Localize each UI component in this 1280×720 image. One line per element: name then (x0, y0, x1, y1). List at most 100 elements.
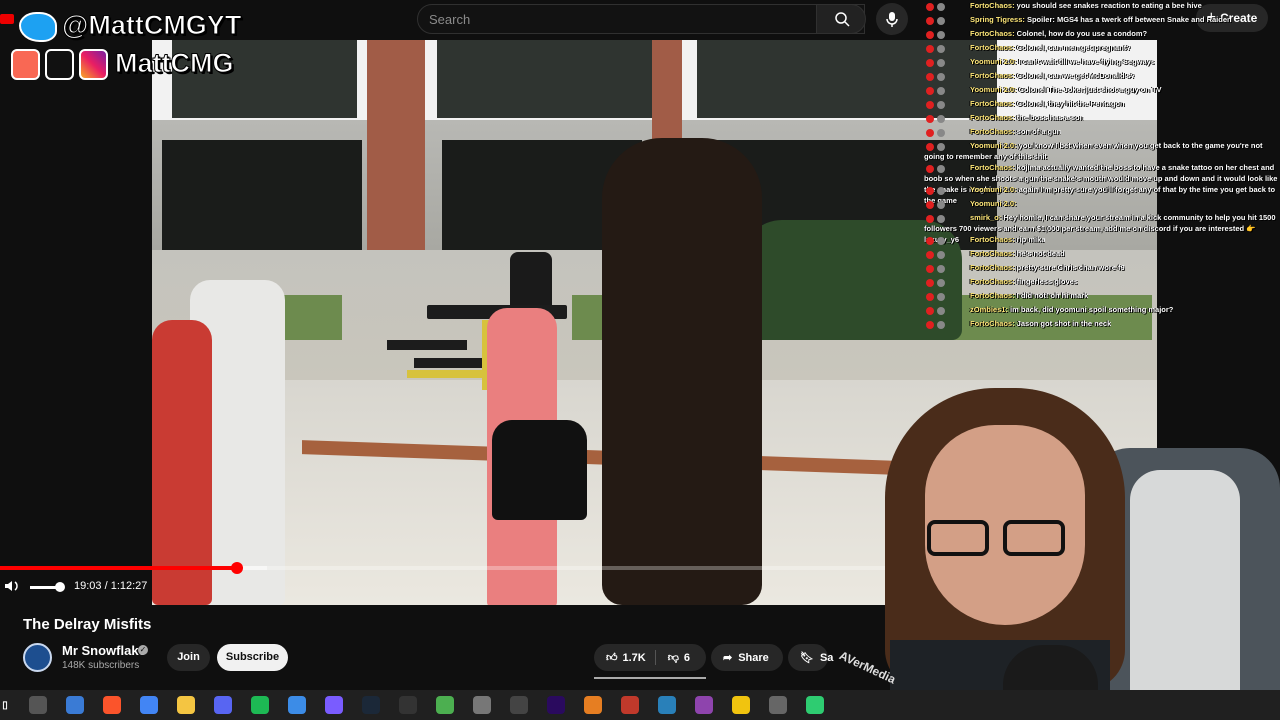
chat-text: fingerless gloves (1014, 277, 1078, 286)
join-button[interactable]: Join (167, 644, 210, 671)
save-button[interactable]: 🔖︎ Sa (788, 644, 833, 671)
youtube-badge-icon (926, 86, 934, 95)
chat-badges (924, 250, 970, 259)
clock-icon[interactable] (510, 696, 528, 714)
notes-icon[interactable] (658, 696, 676, 714)
girl-skirt (492, 420, 587, 520)
youtube-badge-icon (926, 186, 934, 195)
chat-username: FortoChaos: (970, 249, 1015, 258)
chat-text: I did not! oh hi mark (1014, 291, 1089, 300)
minecraft-icon[interactable] (436, 696, 454, 714)
chat-message: FortoChaos: Jason got shot in the neck (924, 318, 1111, 329)
calc-icon[interactable] (769, 696, 787, 714)
share-icon: ➦ (723, 652, 733, 664)
avatar (937, 2, 945, 11)
youtube-badge-icon (926, 2, 934, 11)
windows-start-icon[interactable]: ▯ (0, 696, 10, 714)
avatar (937, 128, 945, 137)
chat-badges (924, 72, 970, 81)
dislike-button[interactable]: 👎︎ 6 (667, 651, 690, 665)
volume-icon[interactable] (3, 577, 21, 595)
subscribe-button[interactable]: Subscribe (217, 644, 288, 671)
chat-message: FortoChaos: rip mika (924, 234, 1045, 245)
thumbs-down-icon: 👎︎ (667, 652, 679, 664)
channel-name[interactable]: Mr Snowflake (62, 643, 146, 658)
patreon-icon (11, 49, 40, 80)
chat-username: FortoChaos: (970, 163, 1015, 172)
voice-search-button[interactable] (876, 3, 908, 35)
twitter-bird-icon (19, 12, 57, 42)
chat-badges (924, 128, 970, 137)
avatar (937, 292, 945, 301)
youtube-badge-icon (926, 114, 934, 123)
like-button[interactable]: 👍︎ 1.7K (606, 651, 646, 665)
channel-avatar[interactable] (23, 643, 52, 672)
building-windows (437, 40, 652, 118)
chat-username: Yoomuni 2.0: (970, 185, 1017, 194)
youtube-badge-icon (926, 200, 934, 209)
photos-icon[interactable] (695, 696, 713, 714)
chat-badges (924, 142, 970, 151)
avatar (937, 164, 945, 173)
chat-badges (924, 2, 970, 11)
youtube-badge-icon (926, 306, 934, 315)
avatar (937, 142, 945, 151)
chat-badges (924, 214, 970, 223)
discord-icon[interactable] (214, 696, 232, 714)
chat-text: Colonel, can we get McDonald's? (1014, 71, 1136, 80)
youtube-badge-icon (926, 44, 934, 53)
search-button[interactable] (816, 4, 866, 34)
search-input[interactable]: Search (417, 4, 865, 34)
glasses-lens-left (927, 520, 989, 556)
epic-icon[interactable] (399, 696, 417, 714)
brave-icon[interactable] (103, 696, 121, 714)
subscriber-count: 148K subscribers (62, 660, 140, 671)
progress-bar[interactable] (0, 562, 900, 574)
task-view-icon[interactable] (29, 696, 47, 714)
avatar (937, 86, 945, 95)
bench (387, 340, 467, 350)
copilot-icon[interactable] (66, 696, 84, 714)
chat-username: zOmbies1: (970, 305, 1008, 314)
avatar (937, 236, 945, 245)
scrubber-handle[interactable] (230, 562, 243, 574)
chrome-icon[interactable] (140, 696, 158, 714)
avatar (937, 214, 945, 223)
played-bar (0, 566, 237, 570)
green-app-icon[interactable] (806, 696, 824, 714)
youtube-badge-icon (926, 292, 934, 301)
instagram-icon (79, 49, 108, 80)
share-button[interactable]: ➦ Share (711, 644, 783, 671)
youtube-badge-icon (926, 214, 934, 223)
bookmark-icon: 🔖︎ (800, 652, 814, 664)
tiktok-icon (45, 49, 74, 80)
spotify-icon[interactable] (251, 696, 269, 714)
sticky-icon[interactable] (732, 696, 750, 714)
chat-overlay: FortoChaos: you should see snakes reacti… (924, 0, 1280, 340)
chat-text: Colonel The Joker just shot a guy on TV (1016, 85, 1162, 94)
youtube-badge-icon (926, 236, 934, 245)
bodybuilder (602, 138, 762, 605)
avatar (937, 320, 945, 329)
chat-message: Spring Tigress: Spoiler: MGS4 has a twer… (924, 14, 1232, 25)
chat-username: Yoomuni 2.0: (970, 141, 1017, 150)
folder-icon[interactable] (177, 696, 195, 714)
game-icon[interactable] (621, 696, 639, 714)
paint-icon[interactable] (584, 696, 602, 714)
chat-text: Colonel, can men get pregnant? (1014, 43, 1131, 52)
volume-handle[interactable] (55, 582, 65, 592)
app-icon[interactable] (325, 696, 343, 714)
obs-icon[interactable] (473, 696, 491, 714)
avatar (937, 200, 945, 209)
steam-icon[interactable] (362, 696, 380, 714)
chat-text: Colonel, they hit the Pentagon (1014, 99, 1125, 108)
premiere-icon[interactable] (547, 696, 565, 714)
chat-badges (924, 236, 970, 245)
chat-text: pretty sure Chris chan wore f9 (1014, 263, 1125, 272)
chat-text: Colonel, how do you use a condom? (1014, 29, 1148, 38)
drop-icon[interactable] (288, 696, 306, 714)
youtube-badge-icon (926, 278, 934, 287)
chat-message: zOmbies1: im back, did yoomuni spoil som… (924, 304, 1173, 315)
chat-text: he's not dead (1014, 249, 1065, 258)
chat-text: son of a gun (1014, 127, 1062, 136)
